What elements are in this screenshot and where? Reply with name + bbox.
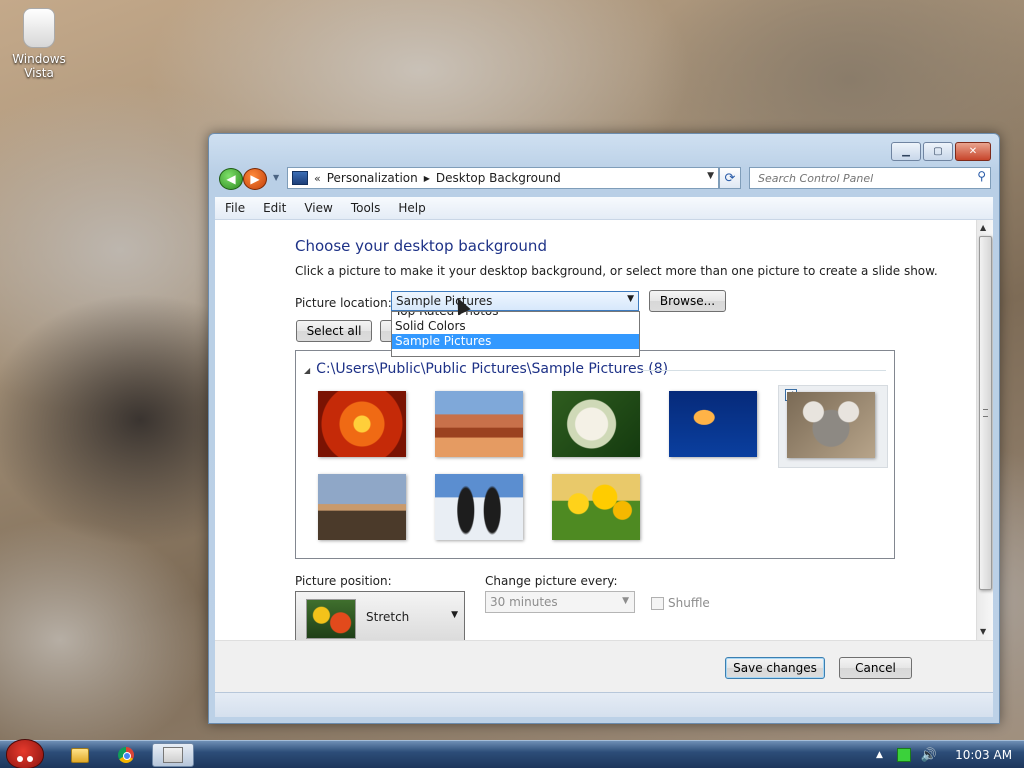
grip-icon	[983, 409, 988, 417]
forward-button[interactable]: ▶	[243, 168, 267, 190]
browse-button[interactable]: Browse...	[649, 290, 726, 312]
picture-tulips[interactable]	[552, 474, 640, 540]
desktop-icon-label-line1: Windows	[12, 52, 66, 66]
option-solid-colors[interactable]: Solid Colors	[392, 319, 639, 334]
page-title: Choose your desktop background	[295, 237, 547, 255]
menu-tools[interactable]: Tools	[341, 201, 389, 215]
position-preview-icon	[306, 599, 356, 639]
collapse-group-icon[interactable]: ◢	[304, 366, 310, 375]
refresh-button[interactable]: ⟳	[719, 167, 741, 189]
chrome-icon	[118, 747, 134, 763]
picture-lighthouse[interactable]	[318, 474, 406, 540]
search-icon[interactable]: ⚲	[977, 169, 986, 183]
desktop-icon-windows-vista[interactable]: Windows Vista	[10, 8, 68, 80]
picture-jellyfish[interactable]	[669, 391, 757, 457]
scroll-down-icon[interactable]: ▼	[980, 627, 986, 636]
maximize-button[interactable]: ▢	[923, 142, 953, 161]
taskbar-explorer[interactable]	[60, 743, 100, 767]
search-input[interactable]	[756, 170, 970, 186]
close-button[interactable]: ✕	[955, 142, 991, 161]
picture-position-select[interactable]: Stretch ▼	[295, 591, 465, 640]
clock[interactable]: 10:03 AM	[955, 748, 1012, 762]
caption-buttons: ▁ ▢ ✕	[891, 142, 991, 161]
taskbar-chrome[interactable]	[106, 743, 146, 767]
picture-chrysanthemum[interactable]	[318, 391, 406, 457]
change-picture-label: Change picture every:	[485, 574, 618, 588]
picture-location-select[interactable]: Sample Pictures ▼	[391, 291, 639, 311]
save-changes-button[interactable]: Save changes	[725, 657, 825, 679]
chevron-down-icon[interactable]: ▼	[451, 610, 458, 620]
control-panel-icon	[292, 171, 308, 185]
recent-pages-dropdown-icon[interactable]: ▼	[273, 173, 279, 182]
change-picture-select[interactable]: 30 minutes ▼	[485, 591, 635, 613]
system-tray: ▲ 🔊 10:03 AM	[864, 741, 1024, 768]
start-button[interactable]	[2, 731, 46, 768]
bird-eye	[17, 756, 23, 762]
control-panel-icon	[163, 747, 183, 763]
back-button[interactable]: ◀	[219, 168, 243, 190]
volume-icon[interactable]: 🔊	[921, 748, 937, 763]
breadcrumb-desktop-background[interactable]: Desktop Background	[436, 171, 561, 185]
chevron-down-icon: ▼	[622, 596, 629, 606]
shuffle-checkbox[interactable]: Shuffle	[651, 596, 710, 610]
page-instructions: Click a picture to make it your desktop …	[295, 264, 938, 278]
status-bar	[215, 692, 993, 717]
vertical-scrollbar[interactable]: ▲ ▼	[976, 220, 993, 640]
gallery-folder-path: C:\Users\Public\Public Pictures\Sample P…	[316, 361, 669, 377]
breadcrumb-personalization[interactable]: Personalization	[327, 171, 418, 185]
shuffle-label: Shuffle	[668, 596, 710, 610]
menu-edit[interactable]: Edit	[253, 201, 294, 215]
breadcrumb-separator-icon[interactable]: ▶	[424, 174, 430, 183]
taskbar: ▲ 🔊 10:03 AM	[0, 739, 1024, 768]
address-dropdown-icon[interactable]: ▼	[707, 171, 714, 181]
folder-icon	[71, 747, 89, 763]
picture-location-value: Sample Pictures	[396, 294, 493, 308]
bird-eye	[27, 756, 33, 762]
dialog-footer: Save changes Cancel	[215, 640, 993, 692]
content-pane: Choose your desktop background Click a p…	[215, 220, 993, 640]
option-top-rated-photos[interactable]: Top Rated Photos	[392, 312, 639, 319]
show-hidden-icons-icon[interactable]: ▲	[876, 750, 883, 760]
breadcrumb-overflow[interactable]: «	[314, 172, 321, 185]
scroll-up-icon[interactable]: ▲	[980, 223, 986, 232]
option-sample-pictures[interactable]: Sample Pictures	[392, 334, 639, 349]
picture-position-value: Stretch	[366, 610, 410, 624]
picture-location-label: Picture location:	[295, 296, 392, 310]
desktop-icon-label-line2: Vista	[24, 66, 54, 80]
selected-picture-frame[interactable]: ✓	[778, 385, 888, 468]
cancel-button[interactable]: Cancel	[839, 657, 912, 679]
picture-penguins[interactable]	[435, 474, 523, 540]
checkbox-box[interactable]	[651, 596, 664, 610]
menu-help[interactable]: Help	[388, 201, 433, 215]
picture-position-label: Picture position:	[295, 574, 392, 588]
desktop-background-window: ▁ ▢ ✕ ◀ ▶ ▼ « Personalization ▶ Desktop …	[208, 133, 1000, 724]
navigation-bar: ◀ ▶ ▼ « Personalization ▶ Desktop Backgr…	[219, 166, 991, 192]
picture-location-dropdown: Top Rated Photos Solid Colors Sample Pic…	[391, 311, 640, 357]
address-bar[interactable]: « Personalization ▶ Desktop Background ▼	[287, 167, 719, 189]
chevron-down-icon[interactable]: ▼	[627, 294, 634, 304]
recycle-bin-icon	[23, 8, 55, 48]
menu-file[interactable]: File	[215, 201, 253, 215]
change-picture-value: 30 minutes	[490, 595, 558, 609]
picture-koala[interactable]	[787, 392, 875, 458]
gallery-group-header[interactable]: ◢ C:\Users\Public\Public Pictures\Sample …	[304, 361, 668, 377]
group-divider	[641, 370, 886, 371]
scrollbar-thumb[interactable]	[979, 236, 992, 590]
select-all-button[interactable]: Select all	[296, 320, 372, 342]
menu-view[interactable]: View	[294, 201, 340, 215]
angry-bird-icon	[6, 739, 44, 768]
search-box: ⚲	[749, 167, 991, 189]
picture-hydrangeas[interactable]	[552, 391, 640, 457]
picture-desert[interactable]	[435, 391, 523, 457]
desktop: Windows Vista ▁ ▢ ✕ ◀ ▶ ▼ « Personalizat…	[0, 0, 1024, 740]
minimize-button[interactable]: ▁	[891, 142, 921, 161]
taskbar-control-panel[interactable]	[152, 743, 194, 767]
picture-gallery: ◢ C:\Users\Public\Public Pictures\Sample …	[295, 350, 895, 559]
network-icon[interactable]	[896, 748, 911, 762]
menu-bar: File Edit View Tools Help	[215, 197, 993, 220]
